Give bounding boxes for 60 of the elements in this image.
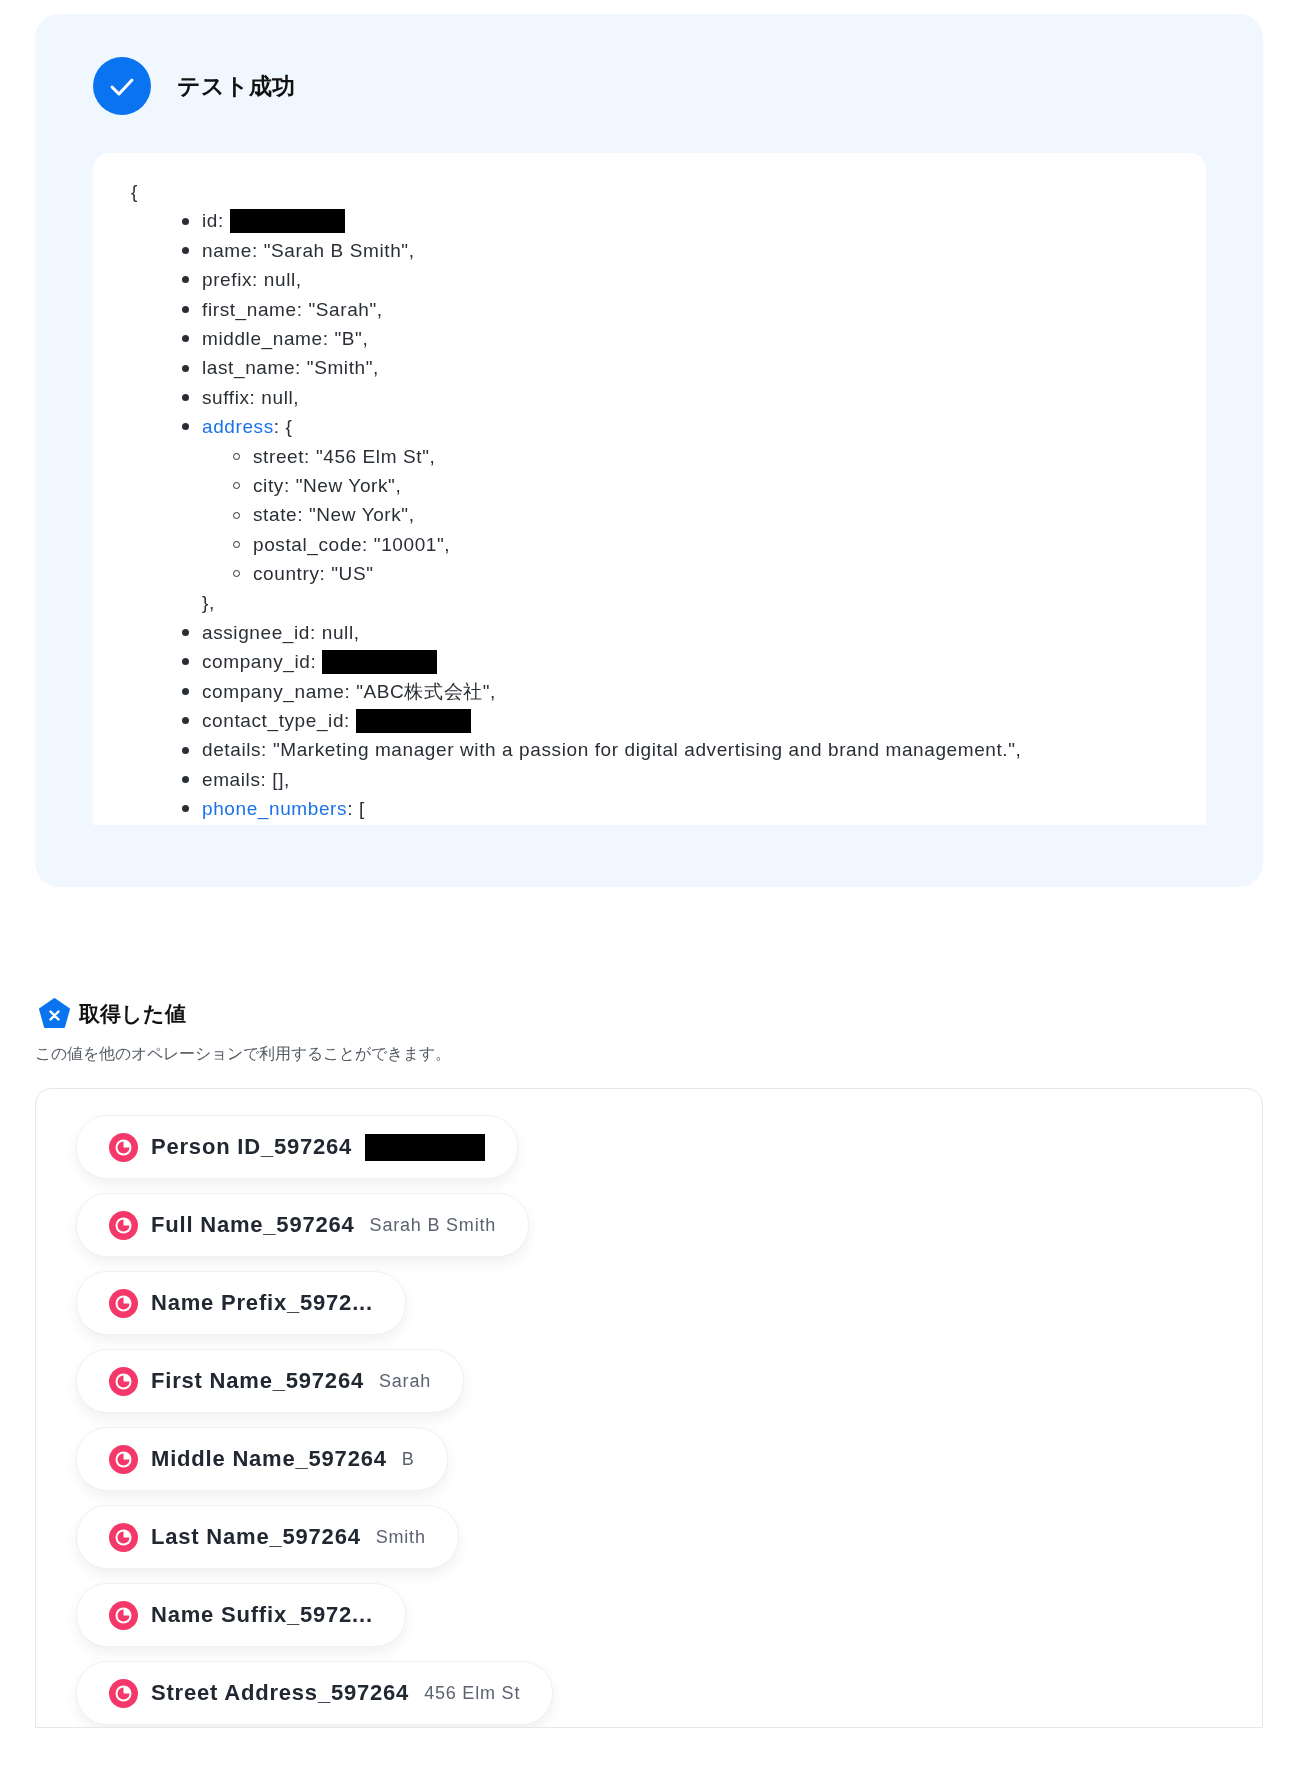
code-line: first_name: "Sarah", [202,297,383,323]
app-logo-icon [109,1132,138,1162]
code-line: street: "456 Elm St", [253,444,436,469]
bullet-icon [182,305,189,313]
code-line: emails: [], [202,767,290,792]
bullet-icon [182,364,189,372]
app-logo-icon [109,1210,138,1240]
code-line: : [ [347,797,365,822]
app-logo-icon [109,1288,138,1318]
code-line: middle_name: "B", [202,326,369,352]
code-line: { [131,180,138,204]
code-line: city: "New York", [253,473,402,498]
code-line: company_name: "ABC株式会社", [202,679,496,705]
value-chip[interactable]: Street Address_597264 456 Elm St [76,1661,554,1725]
bullet-icon [182,247,189,254]
code-line: contact_type_id: [202,709,350,734]
value-chip[interactable]: Name Prefix_5972... [76,1271,406,1335]
app-logo-icon [109,1366,138,1396]
value-chip[interactable]: First Name_597264 Sarah [76,1349,464,1413]
code-line: details: "Marketing manager with a passion for digital advertising and brand management.", [202,738,1022,763]
bullet-icon [182,276,189,284]
bullet-icon [182,335,189,343]
bullet-icon [182,746,189,754]
bullet-icon [182,687,189,695]
app-logo-icon [109,1678,138,1708]
code-line: prefix: null, [202,268,302,293]
code-key-link[interactable]: phone_numbers [202,794,348,824]
code-line: company_id: [202,650,317,675]
value-chip[interactable]: Name Suffix_5972... [76,1583,406,1647]
bullet-icon [182,217,189,225]
value-chip[interactable]: Full Name_597264 Sarah B Smith [76,1193,530,1257]
code-key-link[interactable]: address [202,412,274,442]
bullet-icon [182,717,189,725]
value-chip[interactable]: Last Name_597264 Smith [76,1505,459,1569]
code-line: id: [202,209,224,234]
app-logo-icon [109,1444,138,1474]
app-logo-icon [109,1522,138,1552]
variable-icon [38,998,71,1030]
section-description: この値を他のオペレーションで利用することができます。 [35,1044,452,1064]
code-line: assignee_id: null, [202,620,360,646]
bullet-icon [182,423,189,431]
value-chip[interactable]: Middle Name_597264 B [76,1427,448,1491]
bullet-icon [182,805,189,813]
section-title: 取得した値 [79,1001,186,1027]
code-line: : { [273,415,293,440]
code-line: last_name: "Smith", [202,356,379,381]
check-icon [93,57,151,115]
bullet-icon [182,629,189,637]
code-line: suffix: null, [202,385,300,410]
bullet-icon [182,393,189,401]
panel-title: テスト成功 [177,71,295,101]
code-line: country: "US" [253,562,374,587]
app-logo-icon [109,1600,138,1630]
bullet-icon [182,776,189,783]
value-chip[interactable]: Person ID_597264 [76,1115,519,1179]
code-line: postal_code: "10001", [253,532,451,558]
code-line: state: "New York", [253,503,415,528]
bullet-icon [182,658,189,666]
code-line: name: "Sarah B Smith", [202,238,415,263]
code-line: }, [201,591,216,616]
